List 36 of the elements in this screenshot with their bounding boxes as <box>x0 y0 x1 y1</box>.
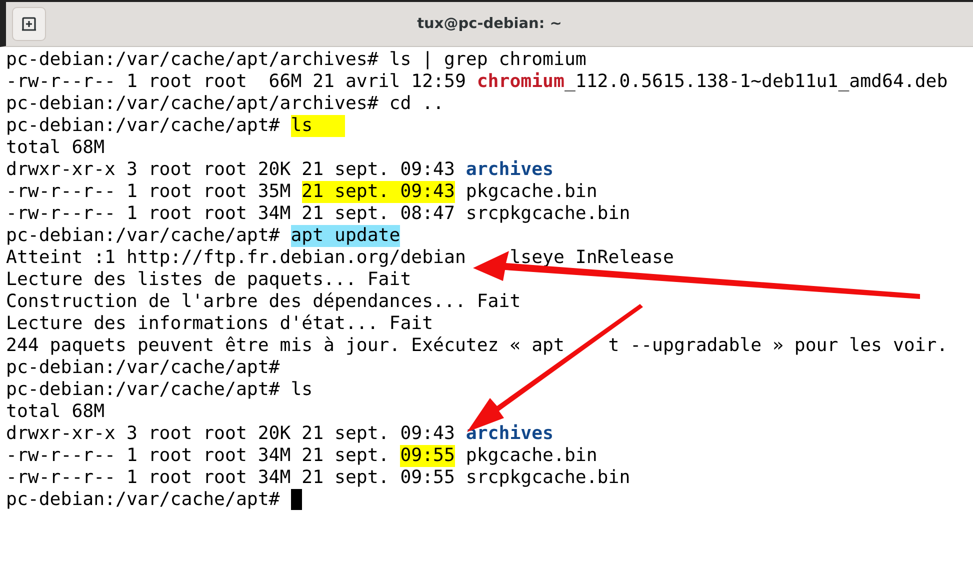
terminal-text: Construction de l'arbre des dépendances... Fait <box>6 291 521 313</box>
terminal-text: lseye InRelease <box>508 247 674 269</box>
terminal-text: drwxr-xr-x 3 root root 20K 21 sept. 09:43 <box>6 423 456 445</box>
terminal-text: pc-debian:/var/cache/apt# <box>6 357 280 379</box>
highlighted-text: ls <box>290 115 346 137</box>
highlighted-text: 21 sept. 09:43 <box>302 181 455 203</box>
terminal-text: Lecture des informations d'état... Fait <box>6 313 434 335</box>
terminal-text: -rw-r--r-- 1 root root 34M 21 sept. 09:55 srcpkgcache.bin <box>6 467 630 489</box>
new-tab-button[interactable] <box>12 7 46 41</box>
highlighted-text: apt update <box>290 225 400 247</box>
terminal-text: -rw-r--r-- 1 root root 34M 21 sept. 08:47 srcpkgcache.bin <box>6 203 630 225</box>
terminal-text: total 68M <box>6 401 105 423</box>
directory-name: archives <box>466 159 554 181</box>
terminal-text: pc-debian:/var/cache/apt/archives# cd .. <box>6 93 444 115</box>
terminal-text: pkgcache.bin <box>464 445 598 467</box>
terminal-text: pc-debian:/var/cache/apt# <box>6 489 281 511</box>
terminal-text: -rw-r--r-- 1 root root 34M 21 sept. <box>6 445 390 467</box>
terminal-text: -rw-r--r-- 1 root root 66M 21 avril 12:59 <box>6 71 467 93</box>
terminal-text: t --upgradable » pour les voir. <box>607 335 948 357</box>
directory-name: archives <box>466 423 554 445</box>
terminal-text: 244 paquets peuvent être mis à jour. Exécutez « apt <box>6 335 564 357</box>
terminal-text: pc-debian:/var/cache/apt# ls <box>6 379 313 401</box>
terminal-text: pc-debian:/var/cache/apt# <box>6 115 281 137</box>
terminal-text: drwxr-xr-x 3 root root 20K 21 sept. 09:43 <box>6 159 456 181</box>
terminal-text: pc-debian:/var/cache/apt/archives# ls | grep chromium <box>6 49 586 71</box>
terminal-text: pkgcache.bin <box>464 181 598 203</box>
highlighted-text: 09:55 <box>400 445 455 467</box>
terminal-text: total 68M <box>6 137 105 159</box>
terminal-text: _112.0.5615.138-1~deb11u1_amd64.deb <box>564 71 948 93</box>
window-title: tux@pc-debian: ~ <box>417 16 562 32</box>
terminal-text: -rw-r--r-- 1 root root 35M <box>6 181 292 203</box>
grep-match: chromium <box>476 71 564 93</box>
terminal-text: Lecture des listes de paquets... Fait <box>6 269 412 291</box>
new-tab-icon <box>21 16 37 32</box>
terminal-text: Atteint :1 http://ftp.fr.debian.org/debian <box>6 247 466 269</box>
terminal-text: pc-debian:/var/cache/apt# <box>6 225 281 247</box>
